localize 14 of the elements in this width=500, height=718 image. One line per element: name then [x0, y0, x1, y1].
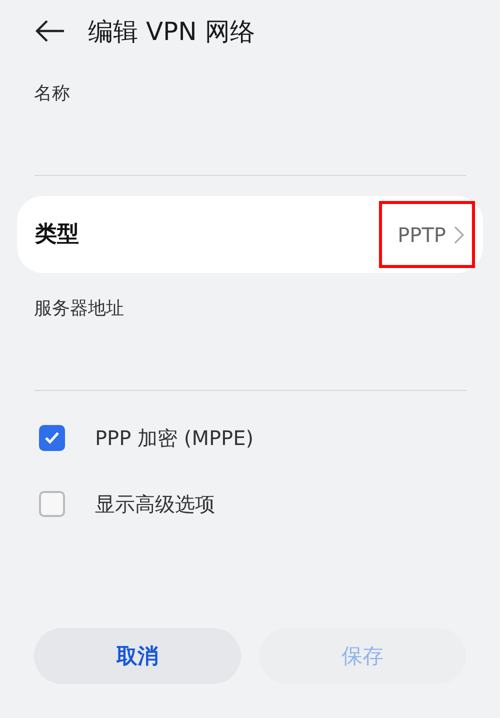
- check-icon: [44, 431, 60, 445]
- field-label: 类型: [35, 222, 79, 246]
- back-icon[interactable]: [34, 19, 66, 43]
- page-title: 编辑 VPN 网络: [88, 16, 255, 48]
- checkbox[interactable]: [39, 425, 65, 451]
- option-label: PPP 加密 (MPPE): [95, 424, 254, 452]
- field-label: 服务器地址: [34, 297, 124, 321]
- option-label: 显示高级选项: [95, 490, 215, 518]
- action-button[interactable]: 取消: [34, 628, 241, 684]
- field-value: PPTP: [398, 222, 446, 246]
- field-label: 名称: [34, 82, 70, 106]
- checkbox[interactable]: [39, 491, 65, 517]
- chevron-icon: [454, 226, 464, 244]
- type-selector[interactable]: 类型 PPTP: [17, 196, 483, 273]
